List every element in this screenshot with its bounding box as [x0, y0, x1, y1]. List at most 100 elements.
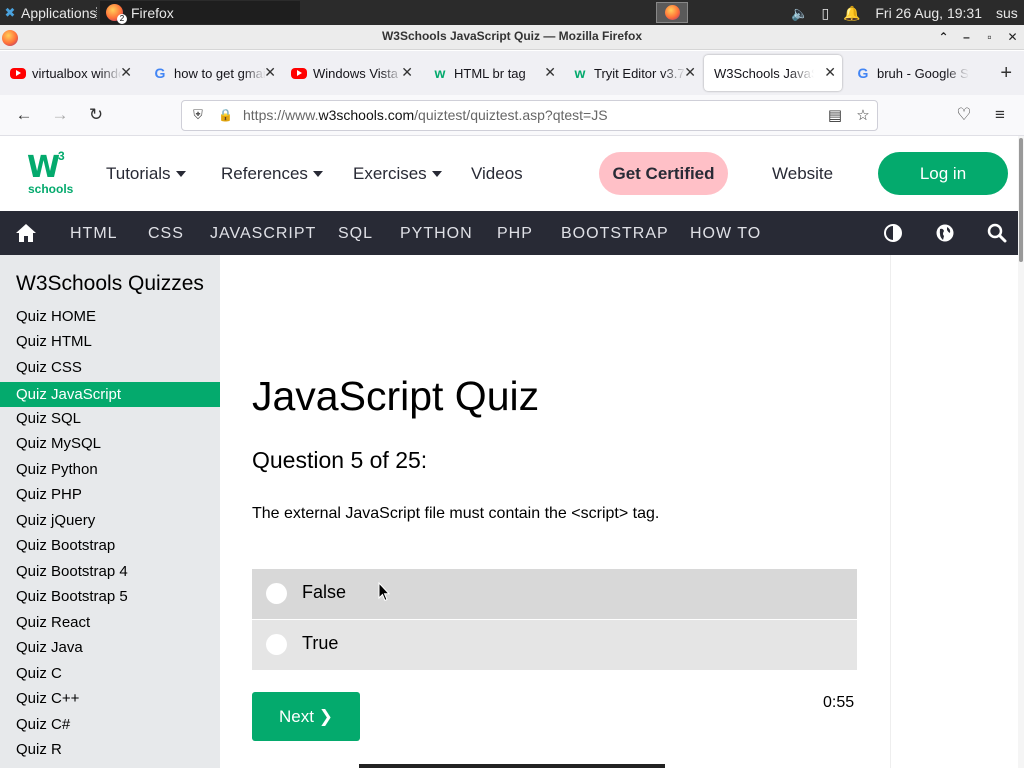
scrollbar-thumb[interactable]: [1019, 138, 1023, 262]
sidebar-item-quiz-cpp[interactable]: Quiz C++: [0, 686, 220, 711]
taskbar-firefox-button[interactable]: 2 Firefox: [100, 1, 300, 24]
back-button[interactable]: ←: [12, 103, 36, 127]
sidebar-item-quiz-home[interactable]: Quiz HOME: [0, 304, 220, 329]
topic-html[interactable]: HTML: [70, 225, 118, 243]
sidebar-item-quiz-bootstrap[interactable]: Quiz Bootstrap: [0, 533, 220, 558]
close-window-button[interactable]: ✕: [1001, 25, 1024, 50]
sidebar-item-quiz-java[interactable]: Quiz Java: [0, 635, 220, 660]
tab-label: Tryit Editor v3.7: [594, 65, 685, 81]
volume-icon[interactable]: 🔈: [791, 5, 808, 21]
website-link[interactable]: Website: [772, 164, 833, 184]
caret-down-icon: [175, 171, 186, 177]
chevron-up-icon[interactable]: ⌃: [932, 25, 955, 50]
menu-videos[interactable]: Videos: [471, 164, 523, 184]
w3schools-icon: w: [574, 65, 586, 81]
sidebar-item-quiz-mysql[interactable]: Quiz MySQL: [0, 431, 220, 456]
caret-down-icon: [312, 171, 323, 177]
menu-tutorials[interactable]: Tutorials: [106, 164, 186, 184]
sidebar-item-quiz-javascript[interactable]: Quiz JavaScript: [0, 382, 220, 407]
get-certified-button[interactable]: Get Certified: [599, 152, 728, 195]
menu-references[interactable]: References: [221, 164, 323, 184]
home-icon[interactable]: [15, 223, 37, 243]
bottom-bar: [359, 764, 665, 768]
topic-php[interactable]: PHP: [497, 225, 533, 243]
w3schools-logo[interactable]: W 3 schools: [27, 149, 77, 196]
sidebar-item-quiz-r[interactable]: Quiz R: [0, 737, 220, 762]
tab-label: bruh - Google Search: [877, 65, 969, 81]
tab-gmail-search[interactable]: G how to get gmail ✕: [142, 55, 282, 91]
battery-icon[interactable]: ▯: [817, 5, 833, 21]
forward-button[interactable]: →: [48, 103, 72, 127]
clock[interactable]: Fri 26 Aug, 19:31: [875, 5, 982, 21]
pocket-icon[interactable]: ♡: [952, 103, 976, 127]
workspace-firefox-thumbnail[interactable]: [656, 2, 688, 23]
close-tab-icon[interactable]: ✕: [120, 64, 132, 81]
answer-option-false[interactable]: False: [252, 569, 857, 619]
taskbar-firefox-label: Firefox: [131, 4, 174, 21]
new-tab-button[interactable]: +: [1000, 62, 1012, 85]
search-icon[interactable]: [987, 223, 1007, 243]
tab-label: HTML br tag: [454, 65, 526, 81]
radio-button[interactable]: [266, 634, 287, 655]
bookmark-star-icon[interactable]: ☆: [854, 107, 872, 125]
url-text[interactable]: https://www.w3schools.com/quiztest/quizt…: [243, 107, 608, 123]
close-tab-icon[interactable]: ✕: [824, 64, 836, 81]
next-button[interactable]: Next ❯: [252, 692, 360, 741]
topic-bootstrap[interactable]: BOOTSTRAP: [561, 225, 669, 243]
topic-javascript[interactable]: JAVASCRIPT: [210, 225, 316, 243]
close-tab-icon[interactable]: ✕: [264, 64, 276, 81]
sidebar-item-quiz-bootstrap-5[interactable]: Quiz Bootstrap 5: [0, 584, 220, 609]
sidebar-item-quiz-bootstrap-4[interactable]: Quiz Bootstrap 4: [0, 559, 220, 584]
tracking-protection-shield-icon[interactable]: ⛨: [190, 107, 206, 123]
topic-python[interactable]: PYTHON: [400, 225, 473, 243]
reload-button[interactable]: ↻: [84, 103, 108, 127]
sidebar-item-quiz-react[interactable]: Quiz React: [0, 610, 220, 635]
notification-bell-icon[interactable]: 🔔: [843, 5, 860, 21]
sidebar-item-quiz-sql[interactable]: Quiz SQL: [0, 406, 220, 431]
tab-html-br-tag[interactable]: w HTML br tag ✕: [422, 55, 562, 91]
sidebar-item-quiz-html[interactable]: Quiz HTML: [0, 329, 220, 354]
sidebar-item-quiz-python[interactable]: Quiz Python: [0, 457, 220, 482]
tab-windows-vista[interactable]: Windows Vista ✕: [281, 55, 419, 91]
lock-icon[interactable]: 🔒: [218, 107, 233, 123]
xfce-logo-icon: ✖: [4, 4, 16, 20]
tab-bruh-search[interactable]: G bruh - Google Search: [845, 55, 985, 91]
close-tab-icon[interactable]: ✕: [544, 64, 556, 81]
answer-label: False: [302, 582, 347, 602]
topic-css[interactable]: CSS: [148, 225, 184, 243]
topic-sql[interactable]: SQL: [338, 225, 373, 243]
tab-label: how to get gmail: [174, 65, 266, 81]
sidebar-item-quiz-php[interactable]: Quiz PHP: [0, 482, 220, 507]
hamburger-menu-icon[interactable]: ≡: [988, 103, 1012, 127]
close-tab-icon[interactable]: ✕: [401, 64, 413, 81]
globe-icon[interactable]: [935, 223, 955, 243]
tab-javascript-quiz[interactable]: W3Schools JavaScript Quiz ✕: [704, 55, 842, 91]
w3schools-icon: w: [434, 65, 446, 81]
window-count-badge: 2: [117, 14, 127, 24]
page-scrollbar[interactable]: [1018, 136, 1024, 768]
topic-how-to[interactable]: HOW TO: [690, 225, 761, 243]
maximize-button[interactable]: ▫: [978, 25, 1001, 50]
tab-tryit-editor[interactable]: w Tryit Editor v3.7 ✕: [562, 55, 702, 91]
sidebar-item-quiz-css[interactable]: Quiz CSS: [0, 355, 220, 380]
radio-button[interactable]: [266, 583, 287, 604]
minimize-button[interactable]: –: [955, 25, 978, 50]
caret-down-icon: [431, 171, 442, 177]
login-button[interactable]: Log in: [878, 152, 1008, 195]
firefox-icon: 2: [106, 4, 127, 24]
tab-virtualbox[interactable]: virtualbox window ✕: [0, 55, 138, 91]
menu-exercises[interactable]: Exercises: [353, 164, 442, 184]
sidebar-item-quiz-csharp[interactable]: Quiz C#: [0, 712, 220, 737]
reader-view-icon[interactable]: ▤: [826, 107, 844, 125]
user-menu[interactable]: sus: [996, 5, 1020, 21]
sidebar-item-quiz-c[interactable]: Quiz C: [0, 661, 220, 686]
close-tab-icon[interactable]: ✕: [684, 64, 696, 81]
contrast-toggle-icon[interactable]: [883, 223, 903, 243]
sidebar-item-quiz-jquery[interactable]: Quiz jQuery: [0, 508, 220, 533]
answer-option-true[interactable]: True: [252, 620, 857, 670]
quiz-main: JavaScript Quiz Question 5 of 25: The ex…: [220, 255, 890, 768]
page-title: JavaScript Quiz: [252, 373, 540, 419]
panel-separator: [96, 7, 98, 19]
applications-menu[interactable]: ✖ Applications: [0, 0, 100, 25]
address-bar[interactable]: ⛨ 🔒 https://www.w3schools.com/quiztest/q…: [181, 100, 878, 131]
